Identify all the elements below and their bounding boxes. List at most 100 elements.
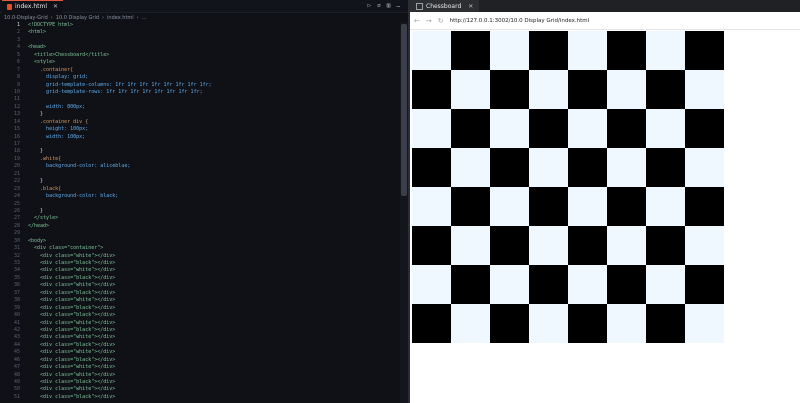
code-line[interactable]: 18 } — [0, 148, 400, 155]
code-line[interactable]: 1 <!DOCTYPE html> — [0, 22, 400, 29]
board-cell-white — [490, 187, 529, 226]
board-cell-black — [529, 265, 568, 304]
code-line[interactable]: 33 <div class="black"></div> — [0, 260, 400, 267]
code-line[interactable]: 12 width: 800px; — [0, 104, 400, 111]
code-line[interactable]: 5 <title>Chessboard</title> — [0, 52, 400, 59]
code-line[interactable]: 30 <body> — [0, 238, 400, 245]
code-line[interactable]: 40 <div class="black"></div> — [0, 312, 400, 319]
breadcrumb-item[interactable]: 10.0 Display Grid — [56, 15, 99, 21]
code-line[interactable]: 16 width: 100px; — [0, 134, 400, 141]
board-cell-black — [490, 304, 529, 343]
code-line[interactable]: 28 </head> — [0, 223, 400, 230]
board-cell-white — [451, 70, 490, 109]
code-line[interactable]: 37 <div class="black"></div> — [0, 290, 400, 297]
code-line[interactable]: 19 .white{ — [0, 156, 400, 163]
code-line[interactable]: 51 <div class="black"></div> — [0, 394, 400, 401]
code-line[interactable]: 47 <div class="white"></div> — [0, 364, 400, 371]
code-line[interactable]: 24 background-color: black; — [0, 193, 400, 200]
code-line[interactable]: 4 <head> — [0, 44, 400, 51]
code-line[interactable]: 29 — [0, 230, 400, 237]
code-line[interactable]: 20 background-color: aliceblue; — [0, 163, 400, 170]
board-cell-white — [568, 109, 607, 148]
code-line[interactable]: 9 grid-template-columns: 1fr 1fr 1fr 1fr… — [0, 82, 400, 89]
code-line[interactable]: 10 grid-template-rows: 1fr 1fr 1fr 1fr 1… — [0, 89, 400, 96]
breadcrumb-separator: › — [102, 14, 105, 21]
board-cell-white — [529, 226, 568, 265]
code-line[interactable]: 25 — [0, 201, 400, 208]
board-cell-white — [412, 31, 451, 70]
code-line[interactable]: 44 <div class="black"></div> — [0, 342, 400, 349]
code-area[interactable]: 1 <!DOCTYPE html> 2 <html> 3 4 <head> 5 <title>… — [0, 22, 400, 403]
code-line[interactable]: 48 <div class="white"></div> — [0, 372, 400, 379]
compare-icon[interactable]: ⇄ — [377, 2, 381, 9]
line-number: 29 — [13, 230, 20, 237]
code-line[interactable]: 3 — [0, 37, 400, 44]
code-line[interactable]: 39 <div class="black"></div> — [0, 305, 400, 312]
code-line[interactable]: 2 <html> — [0, 29, 400, 36]
line-number: 50 — [13, 386, 20, 393]
line-content: .container div { — [28, 118, 89, 125]
code-line[interactable]: 15 height: 100px; — [0, 126, 400, 133]
line-number: 20 — [13, 163, 20, 170]
code-line[interactable]: 43 <div class="white"></div> — [0, 334, 400, 341]
board-cell-black — [685, 31, 724, 70]
code-line[interactable]: 21 — [0, 171, 400, 178]
close-icon[interactable]: ✕ — [53, 3, 58, 10]
board-cell-black — [646, 226, 685, 265]
line-content: <div class="white"></div> — [28, 334, 116, 341]
editor-scroll-thumb[interactable] — [401, 24, 407, 196]
line-number: 43 — [13, 334, 20, 341]
browser-preview: Chessboard ✕ ← → ↻ http://127.0.0.1:3002… — [410, 0, 800, 403]
code-line[interactable]: 32 <div class="white"></div> — [0, 253, 400, 260]
code-line[interactable]: 27 </style> — [0, 215, 400, 222]
code-line[interactable]: 17 — [0, 141, 400, 148]
code-line[interactable]: 45 <div class="white"></div> — [0, 349, 400, 356]
code-line[interactable]: 34 <div class="white"></div> — [0, 267, 400, 274]
line-content: <style> — [28, 59, 56, 66]
screen: index.html ✕ ▷ ⇄ ▥ … 10.0-Display-Grid › 1… — [0, 0, 800, 403]
code-line[interactable]: 11 — [0, 96, 400, 103]
code-line[interactable]: 6 <style> — [0, 59, 400, 66]
code-line[interactable]: 22 } — [0, 178, 400, 185]
code-line[interactable]: 50 <div class="white"></div> — [0, 386, 400, 393]
code-line[interactable]: 35 <div class="black"></div> — [0, 275, 400, 282]
line-content: background-color: aliceblue; — [28, 163, 131, 170]
line-number: 36 — [13, 282, 20, 289]
code-line[interactable]: 42 <div class="black"></div> — [0, 327, 400, 334]
breadcrumb-item[interactable]: 10.0-Display-Grid — [4, 15, 48, 21]
code-line[interactable]: 23 .black{ — [0, 186, 400, 193]
line-number: 33 — [13, 260, 20, 266]
code-line[interactable]: 31 <div class="container"> — [0, 245, 400, 252]
board-cell-white — [607, 148, 646, 187]
url-input[interactable]: http://127.0.0.1:3002/10.0 Display Grid/… — [450, 18, 590, 24]
code-line[interactable]: 41 <div class="white"></div> — [0, 320, 400, 327]
code-line[interactable]: 26 } — [0, 208, 400, 215]
breadcrumb-item[interactable]: ... — [142, 15, 147, 21]
board-cell-white — [412, 187, 451, 226]
code-line[interactable]: 14 .container div { — [0, 119, 400, 126]
board-cell-black — [568, 226, 607, 265]
split-editor-icon[interactable]: ▥ — [387, 2, 391, 9]
line-number: 17 — [13, 141, 20, 147]
close-icon[interactable]: ✕ — [468, 3, 473, 10]
code-line[interactable]: 13 } — [0, 111, 400, 118]
line-content: .black{ — [28, 185, 62, 192]
breadcrumb-item[interactable]: index.html — [107, 15, 134, 21]
board-cell-black — [529, 31, 568, 70]
code-line[interactable]: 36 <div class="white"></div> — [0, 282, 400, 289]
editor-tab-index-html[interactable]: index.html ✕ — [2, 0, 64, 13]
code-line[interactable]: 46 <div class="black"></div> — [0, 357, 400, 364]
reload-icon[interactable]: ↻ — [438, 17, 444, 25]
browser-tab[interactable]: Chessboard ✕ — [410, 0, 480, 12]
code-line[interactable]: 7 .container{ — [0, 67, 400, 74]
code-line[interactable]: 38 <div class="white"></div> — [0, 297, 400, 304]
line-number: 6 — [16, 59, 20, 66]
run-icon[interactable]: ▷ — [368, 2, 372, 9]
back-icon[interactable]: ← — [414, 17, 420, 25]
code-line[interactable]: 49 <div class="black"></div> — [0, 379, 400, 386]
code-line[interactable]: 8 display: grid; — [0, 74, 400, 81]
line-content: <head> — [28, 44, 47, 51]
board-cell-white — [412, 265, 451, 304]
forward-icon[interactable]: → — [426, 17, 432, 25]
more-icon[interactable]: … — [396, 2, 400, 9]
